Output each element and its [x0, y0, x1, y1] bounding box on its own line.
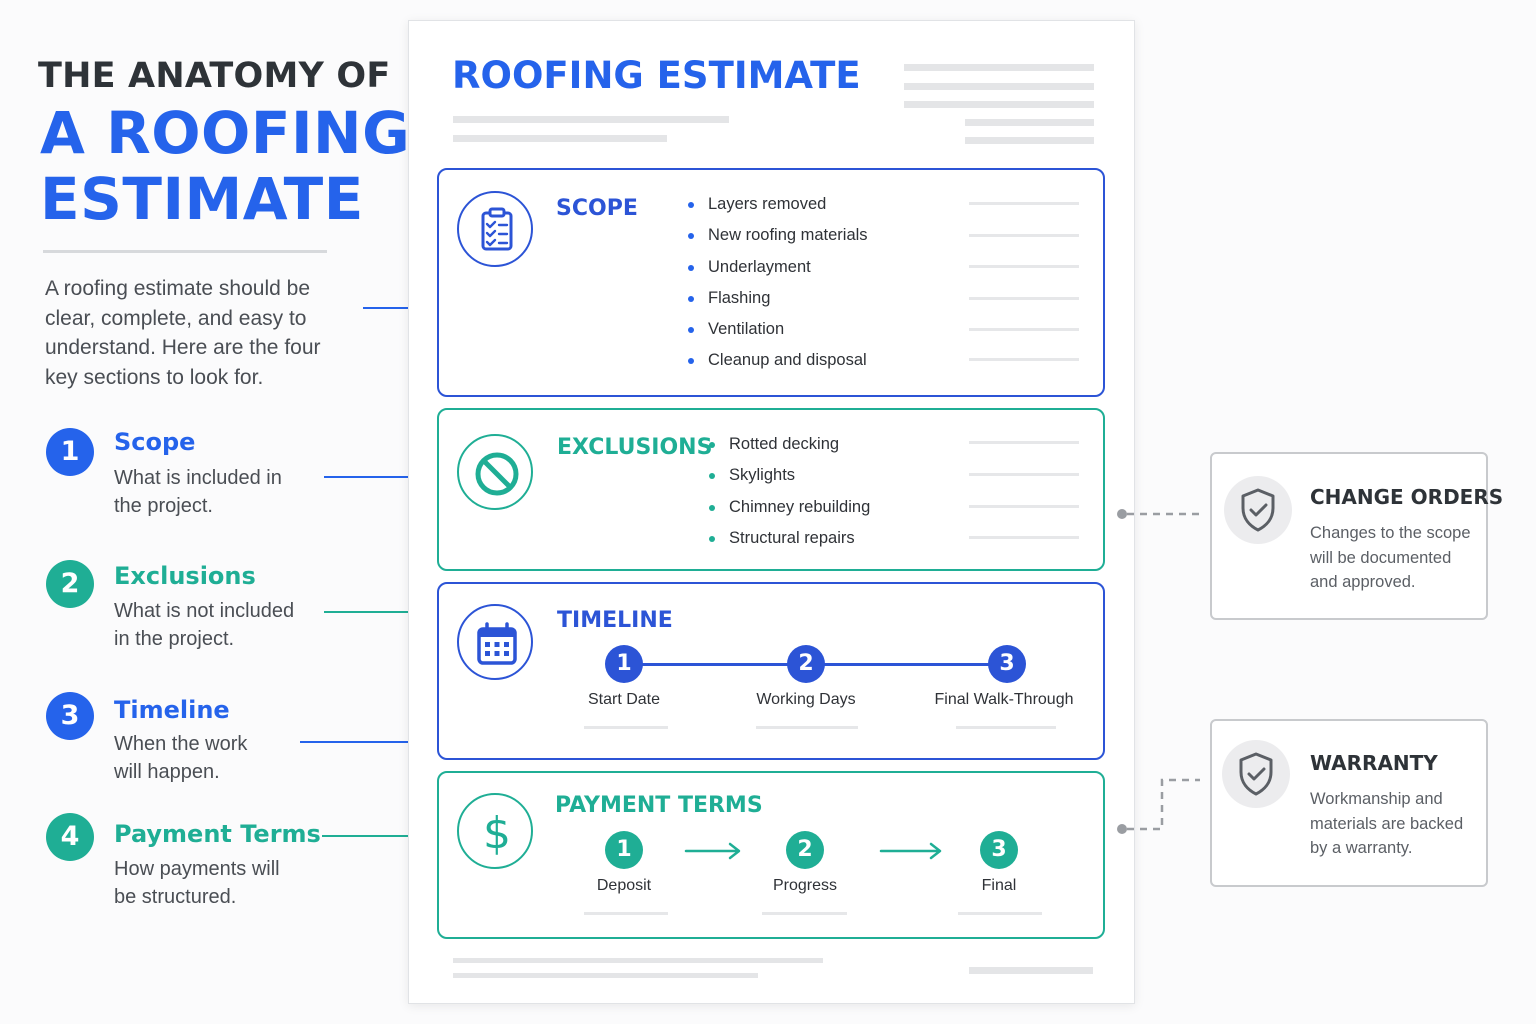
list-item: Structural repairs	[709, 523, 870, 554]
payment-terms-heading: PAYMENT TERMS	[555, 793, 763, 818]
placeholder-line	[969, 202, 1079, 205]
placeholder-line	[969, 967, 1093, 974]
placeholder-line	[584, 912, 668, 915]
step-title-payment-terms: Payment Terms	[114, 820, 321, 848]
step-number-1: 1	[46, 428, 94, 476]
calendar-icon	[457, 604, 533, 680]
heading-line-3: ESTIMATE	[40, 165, 364, 233]
list-item: Ventilation	[688, 314, 868, 345]
step-title-timeline: Timeline	[114, 696, 230, 724]
exclusions-heading: EXCLUSIONS	[557, 435, 713, 460]
connector-timeline	[300, 741, 421, 743]
heading-divider	[43, 250, 327, 253]
list-item: Underlayment	[688, 252, 868, 283]
scope-heading: SCOPE	[556, 196, 638, 221]
timeline-label-final: Final Walk-Through	[934, 691, 1074, 708]
change-orders-title: CHANGE ORDERS	[1310, 485, 1504, 509]
shield-check-icon	[1222, 740, 1290, 808]
placeholder-line	[453, 958, 823, 963]
connector-scope	[324, 476, 421, 478]
shield-check-icon	[1224, 476, 1292, 544]
prohibited-icon	[457, 434, 533, 510]
timeline-label-working: Working Days	[756, 691, 856, 708]
placeholder-line	[969, 328, 1079, 331]
step-desc-payment-terms: How payments will be structured.	[114, 858, 280, 908]
payment-step-3: 3	[980, 831, 1018, 869]
placeholder-line	[956, 726, 1056, 729]
placeholder-line	[965, 137, 1094, 144]
heading-line-2: A ROOFING	[40, 99, 411, 167]
timeline-label-start: Start Date	[587, 691, 661, 708]
payment-label-deposit: Deposit	[596, 877, 652, 894]
document-title: ROOFING ESTIMATE	[452, 54, 861, 97]
placeholder-line	[969, 505, 1079, 508]
placeholder-line	[969, 265, 1079, 268]
clipboard-checklist-icon	[457, 191, 533, 267]
connector-payment	[322, 835, 421, 837]
placeholder-line	[584, 726, 668, 729]
list-item: Skylights	[709, 460, 870, 491]
change-orders-desc: Changes to the scope will be documented …	[1310, 524, 1471, 591]
placeholder-line	[904, 83, 1094, 90]
svg-text:$: $	[483, 808, 511, 859]
connector-exclusions	[324, 611, 421, 613]
step-desc-exclusions: What is not included in the project.	[114, 600, 295, 650]
list-item: Layers removed	[688, 189, 868, 220]
warranty-title: WARRANTY	[1310, 751, 1438, 775]
timeline-step-1: 1	[605, 645, 643, 683]
placeholder-line	[969, 441, 1079, 444]
placeholder-line	[453, 116, 729, 123]
step-desc-scope: What is included in the project.	[114, 467, 282, 517]
step-number-3: 3	[46, 692, 94, 740]
list-item: New roofing materials	[688, 220, 868, 251]
step-number-4: 4	[46, 813, 94, 861]
list-item: Rotted decking	[709, 429, 870, 460]
arrow-right-icon	[684, 842, 741, 860]
payment-label-progress: Progress	[772, 877, 838, 894]
warranty-desc: Workmanship and materials are backed by …	[1310, 790, 1464, 857]
step-title-scope: Scope	[114, 428, 196, 456]
timeline-heading: TIMELINE	[557, 608, 673, 633]
placeholder-line	[453, 973, 758, 978]
placeholder-line	[958, 912, 1042, 915]
placeholder-line	[904, 101, 1094, 108]
dollar-icon: $	[457, 793, 533, 869]
placeholder-line	[453, 135, 667, 142]
list-item: Flashing	[688, 283, 868, 314]
arrow-right-icon	[879, 842, 942, 860]
placeholder-line	[969, 473, 1079, 476]
heading-line-1: THE ANATOMY OF	[38, 56, 391, 96]
step-desc-timeline: When the work will happen.	[114, 733, 248, 783]
list-item: Chimney rebuilding	[709, 492, 870, 523]
exclusions-list: Rotted decking Skylights Chimney rebuild…	[709, 429, 870, 554]
scope-list: Layers removed New roofing materials Und…	[688, 189, 868, 377]
placeholder-line	[762, 912, 847, 915]
timeline-step-2: 2	[787, 645, 825, 683]
placeholder-line	[965, 119, 1094, 126]
intro-text: A roofing estimate should be clear, comp…	[45, 277, 321, 389]
placeholder-line	[756, 726, 858, 729]
placeholder-line	[969, 536, 1079, 539]
payment-step-2: 2	[786, 831, 824, 869]
placeholder-line	[969, 358, 1079, 361]
list-item: Cleanup and disposal	[688, 345, 868, 376]
placeholder-line	[969, 234, 1079, 237]
side-connectors	[1117, 509, 1200, 834]
step-title-exclusions: Exclusions	[114, 562, 256, 590]
placeholder-line	[904, 64, 1094, 71]
payment-step-1: 1	[605, 831, 643, 869]
payment-label-final: Final	[981, 877, 1017, 894]
step-number-2: 2	[46, 560, 94, 608]
placeholder-line	[969, 297, 1079, 300]
timeline-step-3: 3	[988, 645, 1026, 683]
